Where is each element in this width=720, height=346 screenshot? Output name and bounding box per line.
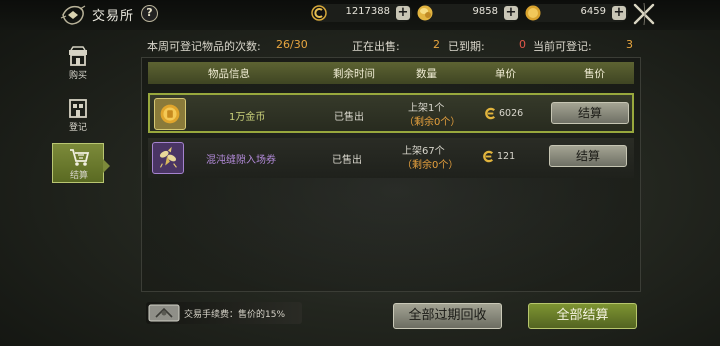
available-value: 3 (626, 38, 633, 51)
time-left-status: 已售出 (334, 112, 364, 123)
fairy-ticket-icon (152, 142, 184, 174)
sidebar-item-buy[interactable]: 购买 (52, 43, 104, 87)
close-icon[interactable] (632, 2, 656, 26)
unit-price: 121 (497, 151, 516, 162)
on-sale-label: 正在出售: (352, 40, 400, 53)
settle-all-button[interactable]: 全部结算 (528, 303, 637, 329)
currency-bound-coin: 1217388 + (311, 4, 412, 22)
register-icon (69, 99, 87, 118)
fee-text: 交易手续费：售价的15% (184, 310, 286, 320)
add-gold-ingot-button[interactable]: + (504, 6, 518, 20)
gold-ingot-value: 9858 (472, 6, 498, 17)
add-gold-coin-button[interactable]: + (612, 6, 626, 20)
quantity-remaining: （剩余0个） (404, 117, 461, 128)
gold-coin-icon (525, 5, 541, 21)
available-label: 当前可登记: (533, 40, 592, 53)
sidebar-item-settle[interactable]: 结算 (52, 143, 110, 183)
gold-coin-item-icon (154, 98, 186, 130)
quantity-listed: 上架67个 (402, 146, 445, 157)
currency-gold-ingot: 9858 + (417, 4, 520, 22)
transaction-fee-info: 交易手续费：售价的15% (146, 302, 302, 324)
settle-button[interactable]: 结算 (551, 102, 629, 124)
sidebar-item-register[interactable]: 登记 (52, 95, 104, 139)
registration-stats: 本周可登记物品的次数: 26/30 正在出售: 2 已到期: 0 当前可登记: … (141, 35, 641, 55)
trading-emblem-icon (60, 5, 86, 25)
column-sale-price: 售价 (584, 68, 605, 80)
table-row[interactable]: 混沌缝隙入场券 已售出 上架67个 （剩余0个） 121 结算 (148, 138, 634, 178)
table-row[interactable]: 1万金币 已售出 上架1个 （剩余0个） 6026 结算 (148, 93, 634, 133)
help-button[interactable]: ? (141, 5, 158, 22)
sidebar-item-label: 登记 (68, 123, 87, 133)
time-left-status: 已售出 (332, 155, 362, 166)
gold-coin-value: 6459 (580, 6, 606, 17)
shop-icon (69, 46, 87, 66)
quantity-listed: 上架1个 (408, 103, 445, 114)
column-time-left: 剩余时间 (333, 68, 375, 80)
weekly-count-label: 本周可登记物品的次数: (147, 40, 261, 53)
gold-ingot-icon (417, 5, 433, 21)
on-sale-value: 2 (433, 38, 440, 51)
column-quantity: 数量 (416, 68, 437, 80)
bound-coin-icon (483, 150, 494, 163)
quantity-remaining: （剩余0个） (402, 160, 459, 171)
unit-price: 6026 (499, 108, 524, 119)
expired-label: 已到期: (448, 40, 485, 53)
add-bound-coin-button[interactable]: + (396, 6, 410, 20)
item-name: 混沌缝隙入场券 (206, 155, 276, 166)
settle-button[interactable]: 结算 (549, 145, 627, 167)
column-item-info: 物品信息 (208, 68, 250, 80)
sidebar-item-label: 购买 (68, 71, 87, 81)
currency-gold-coin: 6459 + (525, 4, 628, 22)
item-name: 1万金币 (229, 112, 266, 123)
page-title: 交易所 (92, 9, 135, 24)
bound-coin-icon (311, 5, 327, 21)
column-unit-price: 单价 (495, 68, 516, 80)
weekly-count-value: 26/30 (276, 38, 308, 51)
bound-coin-icon (485, 107, 496, 120)
top-bar: 交易所 ? 1217388 + 9858 + 6459 + (0, 0, 720, 30)
reclaim-all-expired-button[interactable]: 全部过期回收 (393, 303, 502, 329)
sidebar-item-label: 结算 (69, 171, 88, 181)
bound-coin-value: 1217388 (345, 6, 390, 17)
table-header: 物品信息 剩余时间 数量 单价 售价 (148, 62, 634, 84)
expired-value: 0 (519, 38, 526, 51)
banknote-icon (148, 304, 180, 322)
cart-icon (70, 149, 90, 166)
active-indicator (103, 159, 110, 173)
